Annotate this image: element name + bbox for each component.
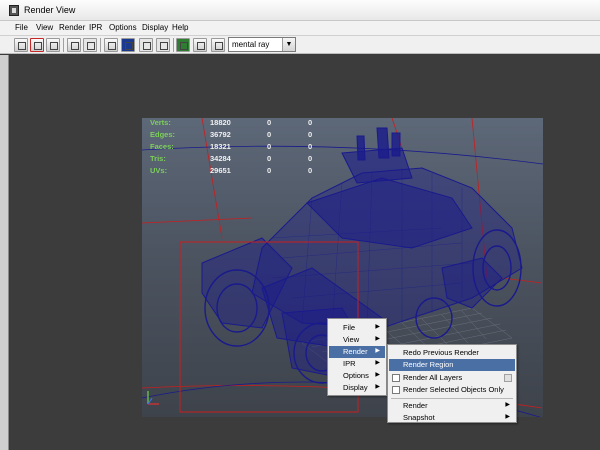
hud-row: Tris: 34284 0 0 [150, 154, 350, 165]
redo-previous-render-item[interactable]: Redo Previous Render [389, 347, 515, 359]
option-box-icon[interactable] [504, 374, 512, 382]
redo-previous-render-icon[interactable] [14, 38, 28, 52]
submenu-arrow-icon: ▶ [375, 336, 380, 342]
hud-label: Verts: [150, 118, 171, 127]
render-selected-objects-checkbox[interactable] [392, 386, 400, 394]
render-region-icon[interactable] [30, 38, 44, 52]
rgb-channels-icon[interactable] [121, 38, 135, 52]
submenu-label: Redo Previous Render [403, 348, 479, 357]
hud-row: Verts: 18820 0 0 [150, 118, 350, 129]
axis-gizmo [147, 391, 159, 405]
hud-value: 18321 [210, 142, 231, 151]
submenu-arrow-icon: ▶ [505, 402, 510, 408]
submenu-label: Render Region [403, 360, 454, 369]
renderer-dropdown[interactable]: mental ray ▼ [228, 37, 296, 52]
hud-value: 18820 [210, 118, 231, 127]
hud-value: 36792 [210, 130, 231, 139]
renderer-value: mental ray [232, 40, 270, 49]
hud-value: 0 [308, 154, 313, 163]
render-all-layers-checkbox[interactable] [392, 374, 400, 382]
toolbar-separator [173, 38, 174, 52]
display-options-icon[interactable] [176, 38, 190, 52]
hud-value: 0 [267, 166, 272, 175]
hud-label: UVs: [150, 166, 168, 175]
hud-value: 0 [308, 130, 313, 139]
title-bar: Render View [0, 0, 600, 21]
render-submenu-snapshot[interactable]: Snapshot ▶ [389, 412, 515, 424]
menu-separator [391, 398, 513, 399]
refresh-ipr-icon[interactable] [83, 38, 97, 52]
hud-row: Faces: 18321 0 0 [150, 142, 350, 153]
hud-value: 34284 [210, 154, 231, 163]
hud-value: 0 [308, 118, 313, 127]
submenu-arrow-icon: ▶ [375, 348, 380, 354]
context-menu-label: IPR [343, 359, 356, 368]
toolbar-separator [63, 38, 64, 52]
ipr-render-icon[interactable] [67, 38, 81, 52]
render-selected-objects-item[interactable]: Render Selected Objects Only [389, 384, 515, 396]
menu-ipr[interactable]: IPR [89, 23, 102, 32]
render-submenu-render[interactable]: Render ▶ [389, 400, 515, 412]
submenu-arrow-icon: ▶ [375, 324, 380, 330]
hud-label: Edges: [150, 130, 176, 139]
hud-label: Tris: [150, 154, 166, 163]
context-menu-options[interactable]: Options ▶ [329, 370, 385, 382]
context-menu-file[interactable]: File ▶ [329, 322, 385, 334]
context-menu-label: Display [343, 383, 368, 392]
menu-help[interactable]: Help [172, 23, 188, 32]
hud-label: Faces: [150, 142, 174, 151]
real-size-icon[interactable] [156, 38, 170, 52]
menu-file[interactable]: File [15, 23, 28, 32]
submenu-arrow-icon: ▶ [375, 384, 380, 390]
toolbar: mental ray ▼ [0, 36, 600, 54]
menu-render[interactable]: Render [59, 23, 85, 32]
submenu-label: Snapshot [403, 413, 435, 422]
toolbar-separator [100, 38, 101, 52]
hud-value: 0 [267, 118, 272, 127]
window-title: Render View [24, 5, 76, 15]
context-menu-display[interactable]: Display ▶ [329, 382, 385, 394]
hud-value: 29651 [210, 166, 231, 175]
hud-value: 0 [267, 154, 272, 163]
context-menu-label: Render [343, 347, 368, 356]
submenu-label: Render All Layers [403, 373, 463, 382]
chevron-down-icon[interactable]: ▼ [282, 38, 295, 51]
context-menu-render[interactable]: Render ▶ [329, 346, 385, 358]
snapshot-icon[interactable] [46, 38, 60, 52]
render-view-app-icon [9, 5, 19, 16]
submenu-arrow-icon: ▶ [505, 414, 510, 420]
context-menu-label: File [343, 323, 356, 332]
context-menu-label: View [343, 335, 360, 344]
submenu-arrow-icon: ▶ [375, 360, 380, 366]
render-view-window: Render View File View Render IPR Options… [0, 0, 600, 450]
render-all-layers-item[interactable]: Render All Layers [389, 372, 515, 384]
submenu-label: Render [403, 401, 428, 410]
menu-bar: File View Render IPR Options Display Hel… [0, 21, 600, 36]
left-panel-edge [0, 55, 9, 450]
context-menu-view[interactable]: View ▶ [329, 334, 385, 346]
hud-value: 0 [308, 166, 313, 175]
hud-value: 0 [267, 142, 272, 151]
hud-row: UVs: 29651 0 0 [150, 166, 350, 177]
hud-row: Edges: 36792 0 0 [150, 130, 350, 141]
submenu-arrow-icon: ▶ [375, 372, 380, 378]
menu-display[interactable]: Display [142, 23, 168, 32]
viewport-context-menu: File ▶ View ▶ Render ▶ IPR ▶ Options ▶ D… [327, 318, 387, 396]
render-submenu: Redo Previous Render Render Region Rende… [387, 344, 517, 423]
menu-view[interactable]: View [36, 23, 53, 32]
menu-options[interactable]: Options [109, 23, 137, 32]
keep-image-icon[interactable] [104, 38, 118, 52]
render-region-item[interactable]: Render Region [389, 359, 515, 371]
hud-value: 0 [308, 142, 313, 151]
submenu-label: Render Selected Objects Only [403, 385, 504, 394]
context-menu-label: Options [343, 371, 369, 380]
context-menu-ipr[interactable]: IPR ▶ [329, 358, 385, 370]
color-settings-icon[interactable] [193, 38, 207, 52]
open-image-icon[interactable] [211, 38, 225, 52]
alpha-channel-icon[interactable] [139, 38, 153, 52]
hud-value: 0 [267, 130, 272, 139]
